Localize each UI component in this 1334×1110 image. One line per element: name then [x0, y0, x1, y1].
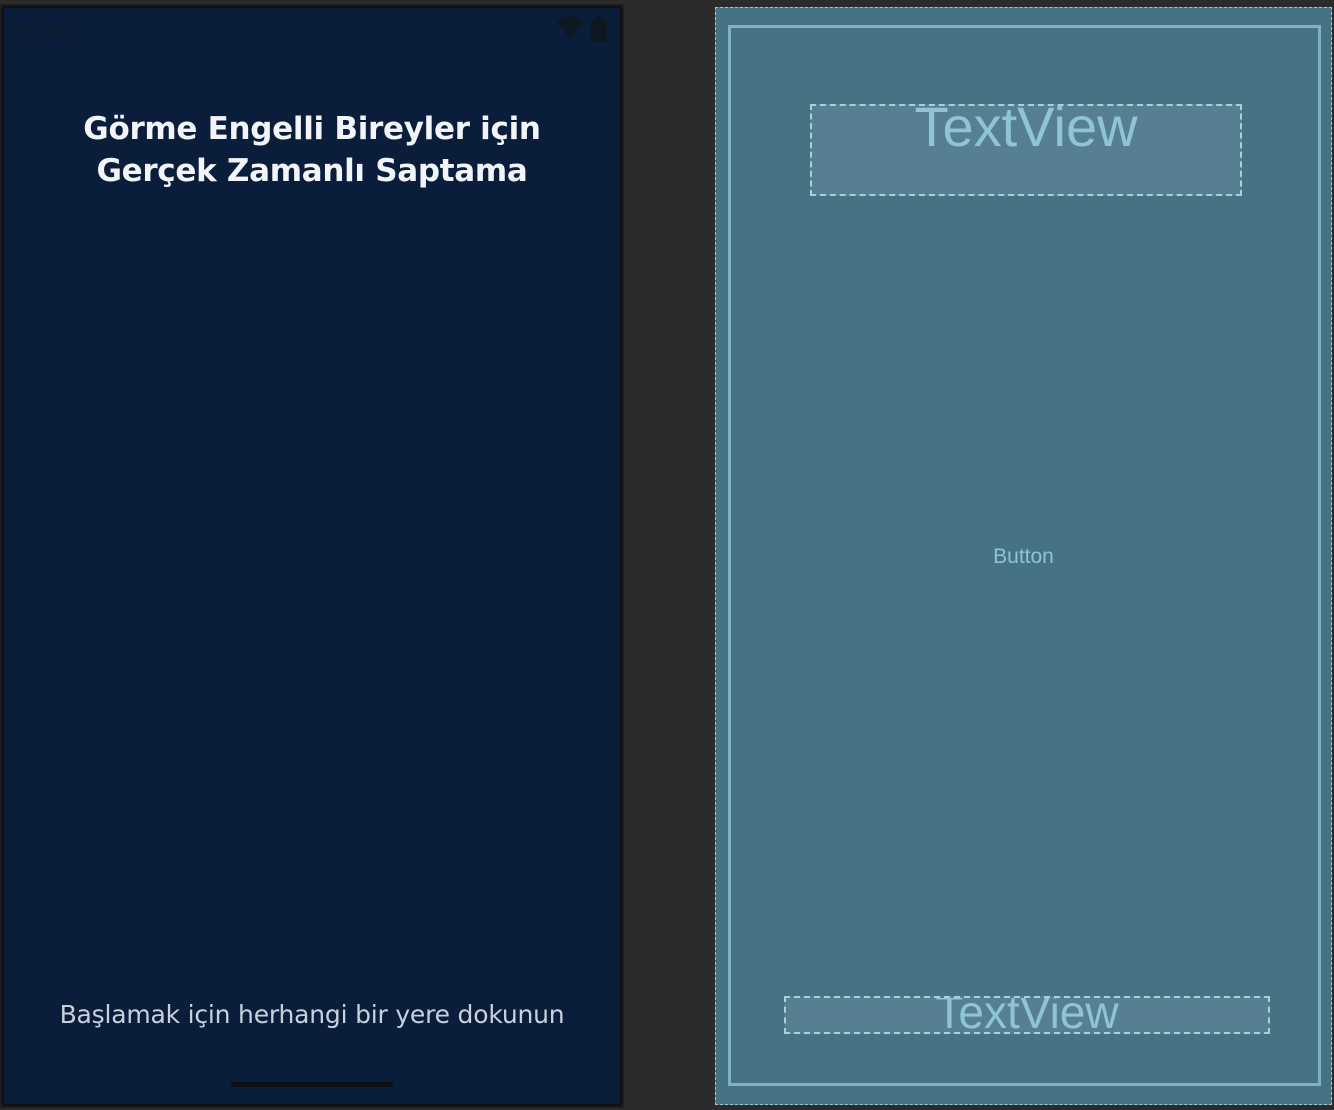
layout-editor-canvas: 15:00 Görme Engelli Bireyler için Gerçek… [0, 0, 1334, 1110]
status-time: 15:00 [12, 20, 76, 44]
wifi-icon [556, 16, 584, 39]
status-bar: 15:00 [4, 8, 620, 52]
blueprint-title-textview[interactable]: TextView [810, 104, 1242, 196]
blueprint-hint-label: TextView [935, 996, 1119, 1034]
battery-icon [591, 16, 607, 42]
app-title: Görme Engelli Bireyler için Gerçek Zaman… [83, 111, 541, 189]
home-indicator [231, 1082, 393, 1087]
blueprint-hint-textview[interactable]: TextView [784, 996, 1270, 1034]
blueprint-button[interactable]: Button [716, 544, 1331, 570]
start-hint-text: Başlamak için herhangi bir yere dokunun [59, 1000, 565, 1029]
blueprint-view[interactable]: TextView Button TextView [715, 7, 1332, 1105]
design-preview[interactable]: 15:00 Görme Engelli Bireyler için Gerçek… [4, 8, 620, 1104]
blueprint-title-label: TextView [914, 104, 1138, 158]
